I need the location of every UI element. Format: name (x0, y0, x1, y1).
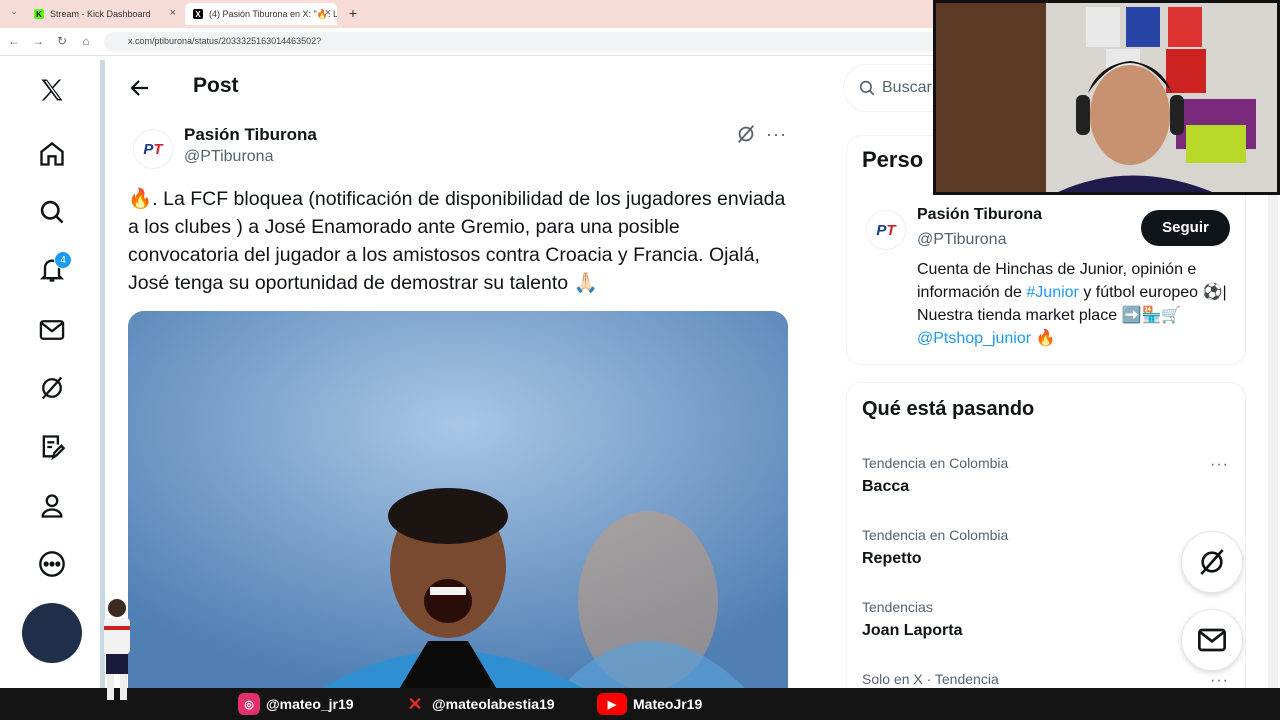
author-avatar[interactable]: PT (133, 129, 173, 169)
grok-icon[interactable] (36, 372, 68, 404)
trend-name[interactable]: Joan Laporta (862, 622, 962, 640)
tweet-photo[interactable] (128, 311, 788, 691)
x-logo-icon[interactable] (36, 74, 68, 106)
trend-context: Tendencias (862, 599, 933, 615)
account-avatar[interactable] (22, 603, 82, 663)
url-field[interactable]: x.com/ptiburona/status/20333251630144635… (104, 32, 944, 52)
url-text: x.com/ptiburona/status/20333251630144635… (128, 36, 322, 46)
profile-name[interactable]: Pasión Tiburona (917, 206, 1042, 224)
trend-more-icon[interactable]: ··· (1210, 456, 1229, 474)
streamer-webcam-image (936, 3, 1277, 192)
page-title: Post (193, 74, 239, 97)
mention-link[interactable]: @Ptshop_junior (917, 330, 1031, 347)
relevant-people-title: Perso (862, 147, 924, 172)
instagram-icon: ◎ (238, 693, 260, 715)
player-celebrating-image (128, 311, 788, 691)
notification-count-badge: 4 (54, 251, 72, 269)
instagram-link[interactable]: ◎ @mateo_jr19 (238, 693, 354, 715)
x-icon: ✕ (407, 693, 423, 714)
back-arrow-icon[interactable] (128, 76, 152, 100)
trend-context: Tendencia en Colombia (862, 527, 1009, 543)
player-sticker-image (90, 596, 144, 704)
profile-person-icon[interactable] (36, 490, 68, 522)
tab-kick-dashboard[interactable]: K Stream - Kick Dashboard × (26, 3, 182, 25)
back-nav-icon[interactable]: ← (6, 34, 22, 48)
profile-handle[interactable]: @PTiburona (917, 231, 1006, 249)
tab-label: Stream - Kick Dashboard (50, 9, 151, 19)
instagram-handle: @mateo_jr19 (266, 696, 354, 712)
reload-icon[interactable]: ↻ (54, 34, 70, 48)
explore-search-icon[interactable] (36, 196, 68, 228)
grok-fab-button[interactable] (1181, 531, 1243, 593)
tab-label: (4) Pasión Tiburona en X: "🔥. L (209, 8, 337, 19)
x-link[interactable]: ✕ @mateolabestia19 (404, 693, 555, 715)
more-options-circle-icon[interactable] (36, 548, 68, 580)
search-icon (859, 80, 875, 96)
close-tab-icon[interactable]: × (170, 7, 176, 19)
home-icon[interactable] (36, 138, 68, 170)
trends-title: Qué está pasando (862, 398, 1035, 420)
x-handle: @mateolabestia19 (432, 696, 555, 712)
hashtag-link[interactable]: #Junior (1026, 284, 1078, 301)
kick-favicon-icon: K (34, 9, 44, 19)
trend-name[interactable]: Repetto (862, 550, 922, 568)
follow-button[interactable]: Seguir (1141, 210, 1230, 246)
bio-text: 🔥 (1031, 330, 1056, 347)
grok-explain-icon[interactable] (735, 123, 757, 145)
home-nav-icon[interactable]: ⌂ (78, 34, 94, 48)
profile-avatar[interactable]: PT (866, 210, 906, 250)
search-placeholder: Buscar (882, 79, 932, 96)
trend-context: Tendencia en Colombia (862, 455, 1009, 471)
trend-context: Solo en X · Tendencia (862, 671, 999, 687)
webcam-overlay (933, 0, 1280, 195)
forward-nav-icon[interactable]: → (30, 34, 46, 48)
author-handle[interactable]: @PTiburona (184, 148, 273, 166)
youtube-link[interactable]: ▶ MateoJr19 (597, 693, 702, 715)
youtube-handle: MateoJr19 (633, 696, 703, 712)
youtube-icon: ▶ (597, 693, 627, 715)
tweet-text: 🔥. La FCF bloquea (notificación de dispo… (128, 188, 786, 294)
x-favicon-icon: X (193, 9, 203, 19)
author-name[interactable]: Pasión Tiburona (184, 125, 317, 145)
close-tab-icon[interactable]: × (325, 7, 331, 19)
messages-fab-button[interactable] (1181, 609, 1243, 671)
lists-notes-icon[interactable] (36, 431, 68, 463)
envelope-icon (1198, 628, 1226, 652)
profile-bio: Cuenta de Hinchas de Junior, opinión e i… (917, 258, 1237, 350)
tab-x-post[interactable]: X (4) Pasión Tiburona en X: "🔥. L × (185, 3, 337, 25)
messages-envelope-icon[interactable] (36, 314, 68, 346)
new-tab-button[interactable]: + (345, 5, 361, 21)
tab-list-chevron-icon[interactable]: ⌄ (6, 6, 22, 17)
trend-name[interactable]: Bacca (862, 478, 909, 496)
post-more-icon[interactable]: ··· (766, 124, 787, 145)
grok-icon (1200, 549, 1224, 575)
